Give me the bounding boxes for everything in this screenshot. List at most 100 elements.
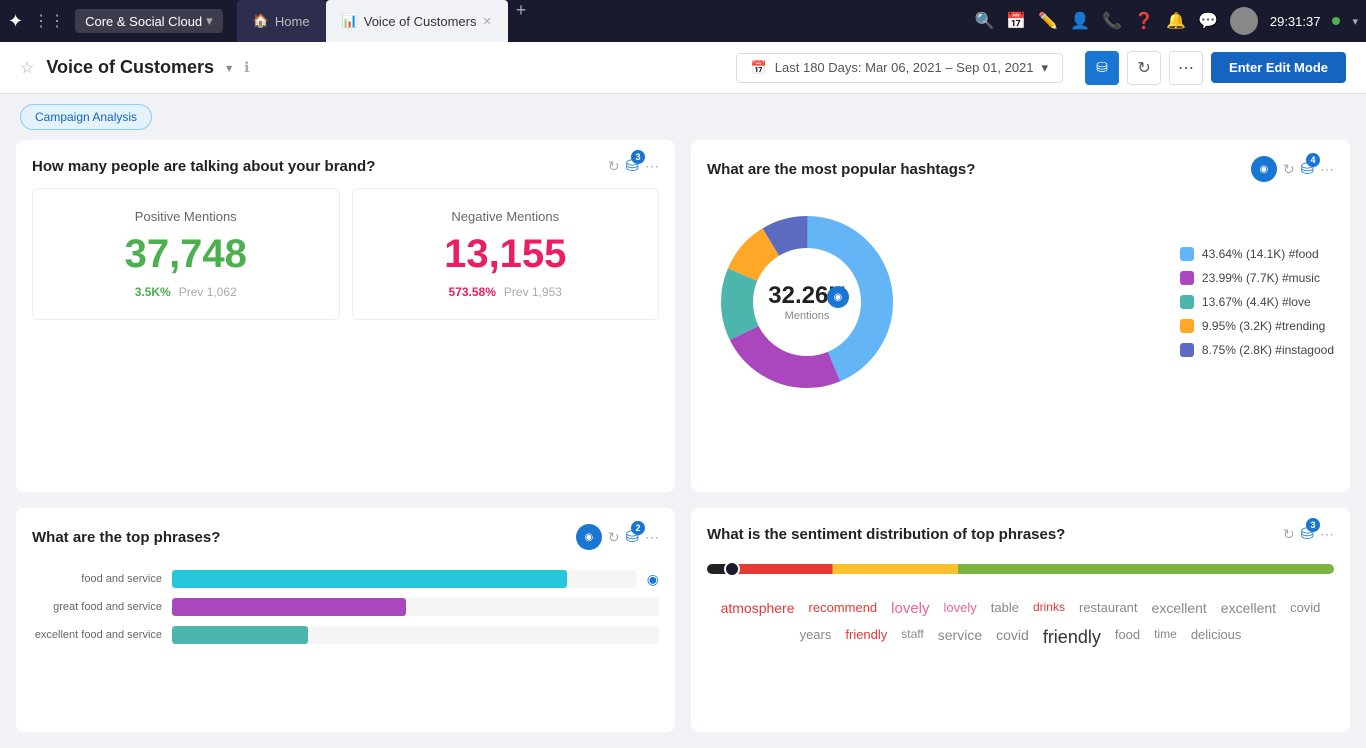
word-cloud-word[interactable]: food <box>1111 625 1144 650</box>
hashtag-legend: 43.64% (14.1K) #food 23.99% (7.7K) #musi… <box>1180 247 1334 357</box>
bar-track-0 <box>172 570 637 588</box>
chevron-down-icon: ▾ <box>206 13 213 29</box>
word-cloud-word[interactable]: covid <box>992 625 1033 650</box>
ellipsis-icon: ⋯ <box>1178 58 1194 78</box>
phrases-card-actions: ◉ ↻ ⛁ 2 ⋯ <box>576 524 659 550</box>
grid-icon[interactable]: ⋮⋮ <box>33 11 65 31</box>
add-tab-button[interactable]: + <box>508 0 535 42</box>
word-cloud-word[interactable]: restaurant <box>1075 598 1142 619</box>
word-cloud: atmosphererecommendlovelylovelytabledrin… <box>707 590 1334 650</box>
filter-tab-campaign-analysis[interactable]: Campaign Analysis <box>20 104 152 130</box>
negative-prev: Prev 1,953 <box>504 285 562 299</box>
date-range-picker[interactable]: 📅 Last 180 Days: Mar 06, 2021 – Sep 01, … <box>736 53 1063 83</box>
word-cloud-word[interactable]: time <box>1150 625 1181 650</box>
word-cloud-word[interactable]: friendly <box>841 625 891 650</box>
tab-close-icon[interactable]: ✕ <box>482 15 491 28</box>
phrases-pulse-button[interactable]: ◉ <box>576 524 602 550</box>
word-cloud-word[interactable]: recommend <box>805 598 882 619</box>
refresh-button[interactable]: ↻ <box>1127 51 1161 85</box>
filter-tab-bar: Campaign Analysis <box>0 94 1366 140</box>
word-cloud-word[interactable]: service <box>934 625 986 650</box>
legend-dot-love <box>1180 295 1194 309</box>
filter-button[interactable]: ⛁ <box>1085 51 1119 85</box>
top-nav: ✦ ⋮⋮ Core & Social Cloud ▾ 🏠 Home 📊 Voic… <box>0 0 1366 42</box>
word-cloud-word[interactable]: drinks <box>1029 598 1069 619</box>
legend-item-love: 13.67% (4.4K) #love <box>1180 295 1334 309</box>
legend-dot-instagood <box>1180 343 1194 357</box>
slider-thumb[interactable] <box>724 561 740 577</box>
slider-track[interactable] <box>707 564 1334 574</box>
info-icon[interactable]: ℹ <box>244 59 249 76</box>
bar-fill-2 <box>172 626 308 644</box>
word-cloud-word[interactable]: atmosphere <box>717 598 799 619</box>
word-cloud-word[interactable]: friendly <box>1039 625 1105 650</box>
sentiment-more-button[interactable]: ⋯ <box>1320 526 1334 543</box>
mentions-card: How many people are talking about your b… <box>16 140 675 492</box>
bar-fill-0 <box>172 570 567 588</box>
sentiment-card-actions: ↻ ⛁ 3 ⋯ <box>1283 524 1334 544</box>
avatar[interactable] <box>1230 7 1258 35</box>
title-dropdown-icon[interactable]: ▾ <box>226 61 232 75</box>
mentions-card-header: How many people are talking about your b… <box>32 156 659 176</box>
donut-tooltip-icon[interactable]: ◉ <box>827 286 849 308</box>
sentiment-card-header: What is the sentiment distribution of to… <box>707 524 1334 544</box>
sentiment-refresh-button[interactable]: ↻ <box>1283 526 1295 543</box>
star-button[interactable]: ☆ <box>20 58 34 78</box>
word-cloud-word[interactable]: lovely <box>940 598 981 619</box>
hashtags-refresh-button[interactable]: ↻ <box>1283 161 1295 178</box>
word-cloud-word[interactable]: lovely <box>887 598 933 619</box>
phrases-more-button[interactable]: ⋯ <box>645 529 659 546</box>
word-cloud-word[interactable]: years <box>796 625 836 650</box>
bar-label-2: excellent food and service <box>32 629 162 641</box>
bar-fill-1 <box>172 598 406 616</box>
status-indicator <box>1332 17 1340 25</box>
bar-info-icon-0[interactable]: ◉ <box>647 571 659 588</box>
dropdown-arrow-icon[interactable]: ▾ <box>1352 15 1358 28</box>
word-cloud-word[interactable]: excellent <box>1148 598 1211 619</box>
hashtags-pulse-button[interactable]: ◉ <box>1251 156 1277 182</box>
phone-icon[interactable]: 📞 <box>1102 11 1122 31</box>
sentiment-content: atmosphererecommendlovelylovelytabledrin… <box>707 556 1334 650</box>
negative-mentions-stats: 573.58% Prev 1,953 <box>449 285 562 299</box>
more-options-button[interactable]: ⋯ <box>1169 51 1203 85</box>
word-cloud-word[interactable]: excellent <box>1217 598 1280 619</box>
legend-dot-food <box>1180 247 1194 261</box>
hashtags-card-actions: ◉ ↻ ⛁ 4 ⋯ <box>1251 156 1334 182</box>
mentions-refresh-button[interactable]: ↻ <box>608 158 620 175</box>
sub-header: ☆ Voice of Customers ▾ ℹ 📅 Last 180 Days… <box>0 42 1366 94</box>
edit-icon[interactable]: ✏️ <box>1038 11 1058 31</box>
tab-voc-label: Voice of Customers <box>364 14 477 29</box>
legend-dot-music <box>1180 271 1194 285</box>
bar-track-2 <box>172 626 659 644</box>
help-icon[interactable]: ❓ <box>1134 11 1154 31</box>
legend-label-food: 43.64% (14.1K) #food <box>1202 247 1319 261</box>
word-cloud-word[interactable]: staff <box>897 625 927 650</box>
profile-icon[interactable]: 👤 <box>1070 11 1090 31</box>
tab-voice-of-customers[interactable]: 📊 Voice of Customers ✕ <box>326 0 508 42</box>
phrases-refresh-button[interactable]: ↻ <box>608 529 620 546</box>
app-name[interactable]: Core & Social Cloud ▾ <box>75 9 223 33</box>
message-icon[interactable]: 💬 <box>1198 11 1218 31</box>
calendar-icon[interactable]: 📅 <box>1006 11 1026 31</box>
tab-home[interactable]: 🏠 Home <box>237 0 326 42</box>
word-cloud-word[interactable]: covid <box>1286 598 1324 619</box>
mentions-card-title: How many people are talking about your b… <box>32 158 608 175</box>
legend-dot-trending <box>1180 319 1194 333</box>
word-cloud-word[interactable]: delicious <box>1187 625 1246 650</box>
phrases-card: What are the top phrases? ◉ ↻ ⛁ 2 ⋯ food… <box>16 508 675 732</box>
negative-mentions-box: Negative Mentions 13,155 573.58% Prev 1,… <box>352 188 660 320</box>
filter-icon: ⛁ <box>1096 59 1108 76</box>
search-icon[interactable]: 🔍 <box>974 11 994 31</box>
bar-label-0: food and service <box>32 573 162 585</box>
word-cloud-word[interactable]: table <box>987 598 1023 619</box>
legend-item-music: 23.99% (7.7K) #music <box>1180 271 1334 285</box>
enter-edit-mode-button[interactable]: Enter Edit Mode <box>1211 52 1346 83</box>
mentions-more-button[interactable]: ⋯ <box>645 158 659 175</box>
notification-icon[interactable]: 🔔 <box>1166 11 1186 31</box>
phrases-filter-badge: 2 <box>631 521 645 535</box>
bar-row-2: excellent food and service <box>32 626 659 644</box>
date-picker-arrow: ▾ <box>1042 60 1049 76</box>
header-actions: ⛁ ↻ ⋯ Enter Edit Mode <box>1085 51 1346 85</box>
hashtags-more-button[interactable]: ⋯ <box>1320 161 1334 178</box>
bar-track-1 <box>172 598 659 616</box>
